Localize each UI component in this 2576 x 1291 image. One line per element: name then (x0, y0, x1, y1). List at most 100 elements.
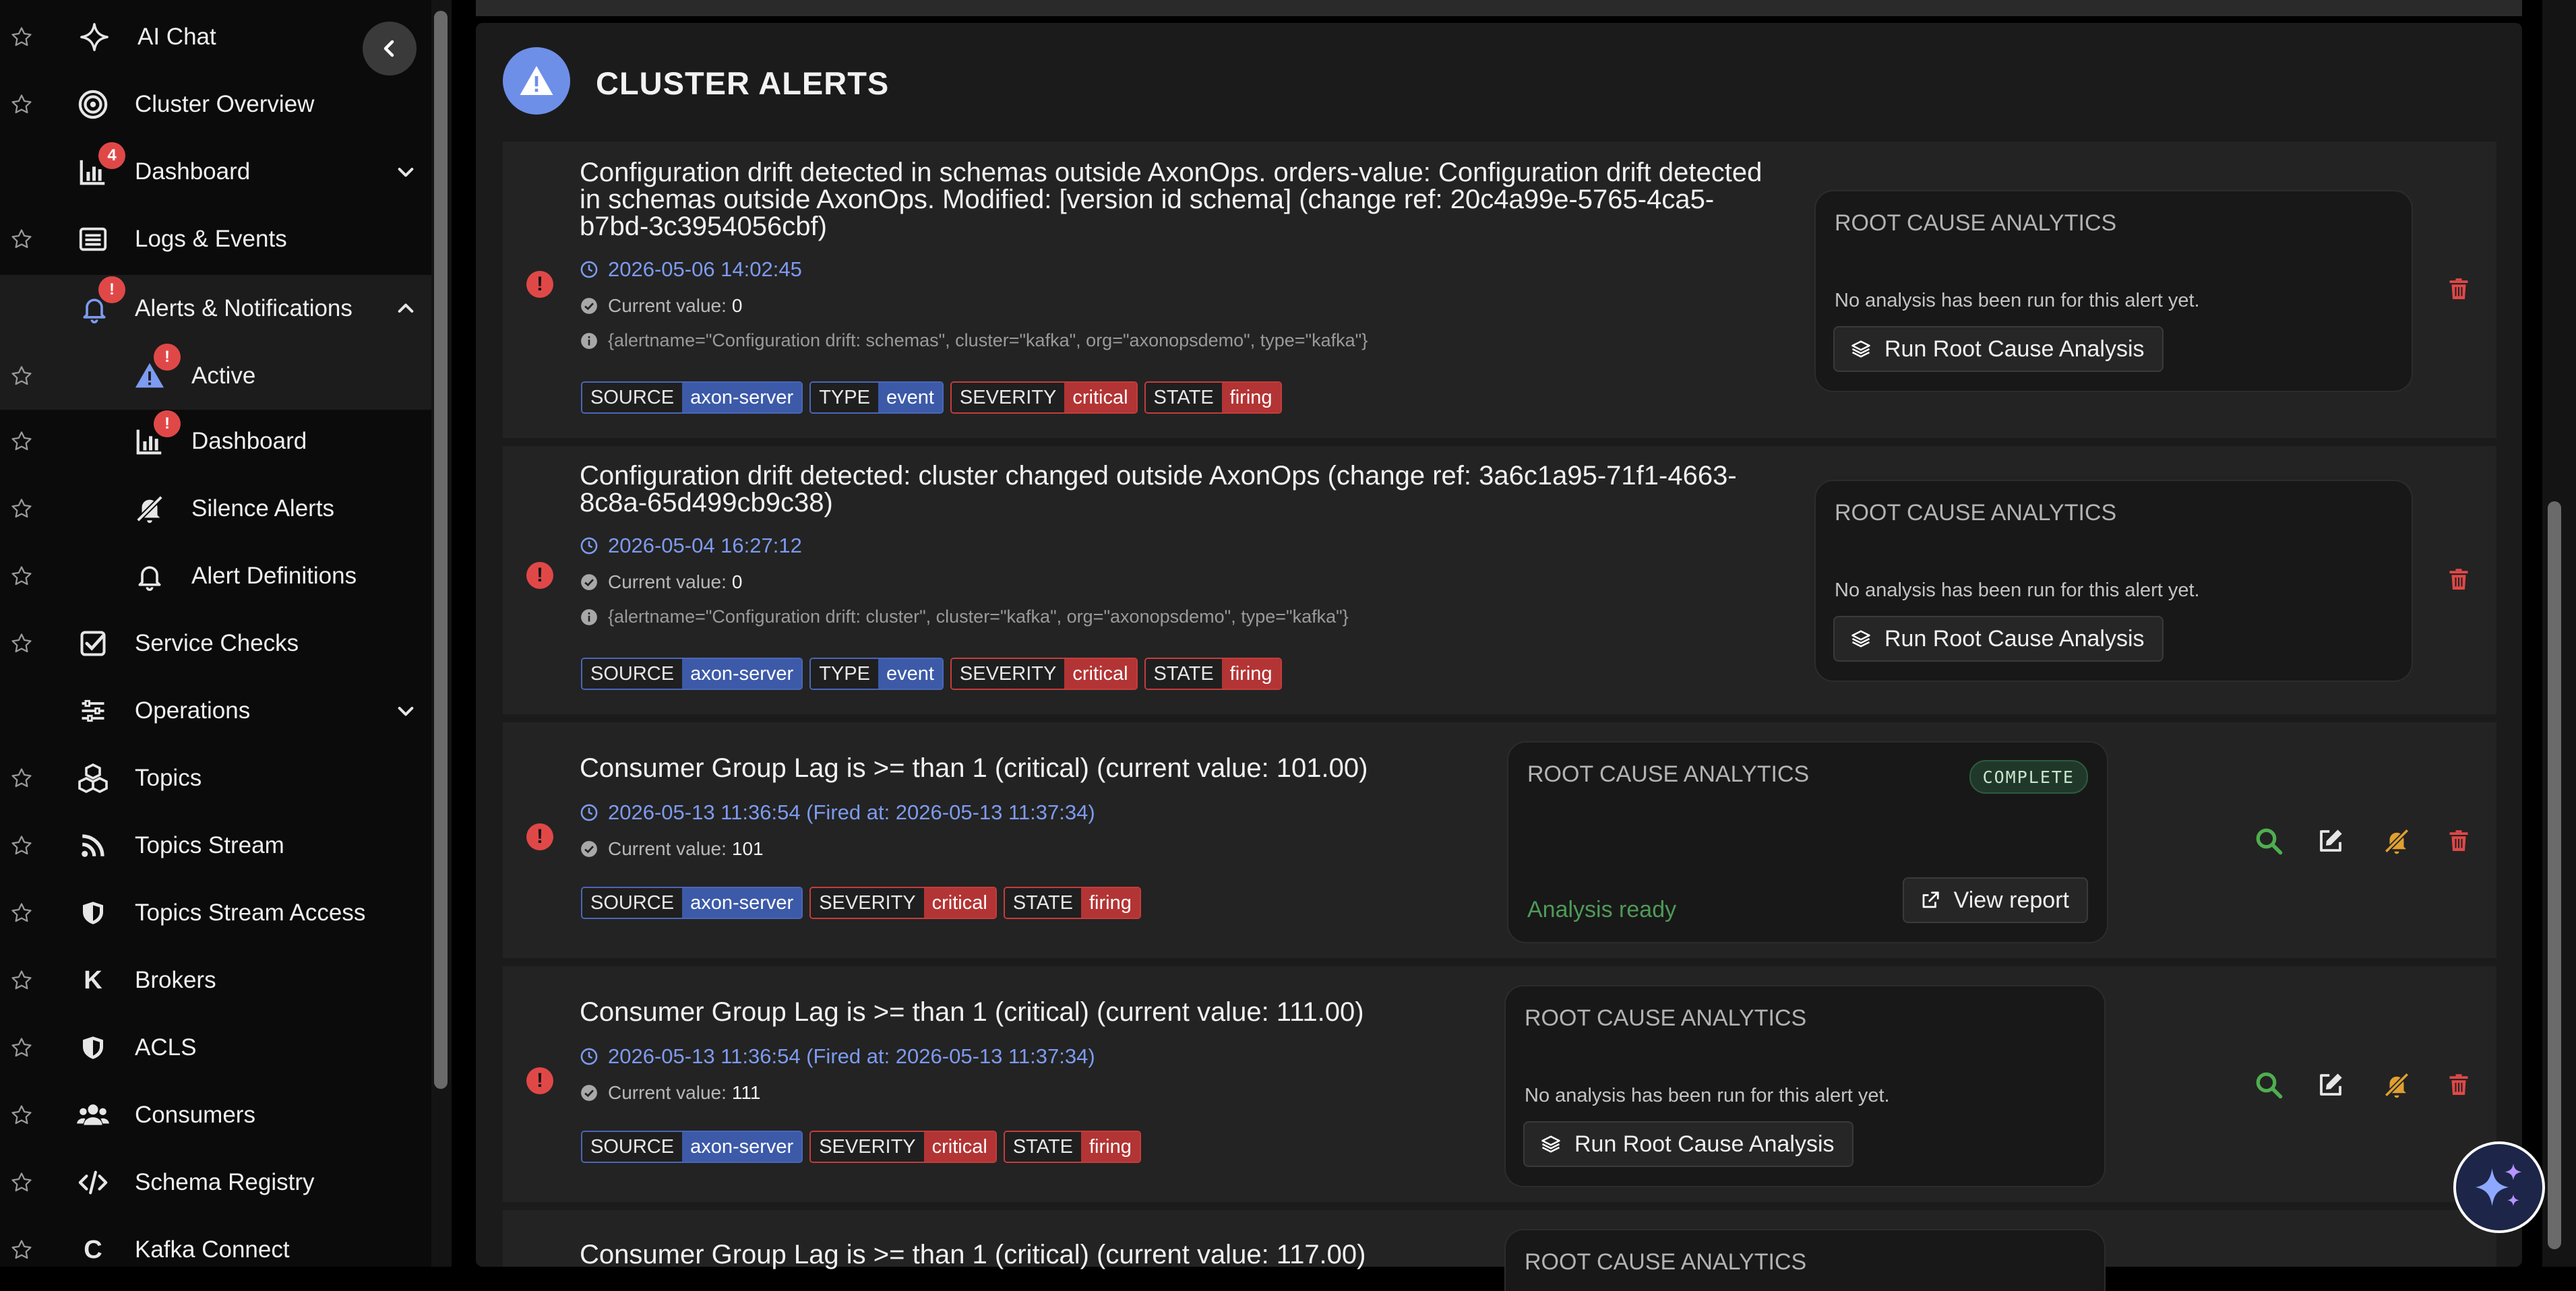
alert-date-row: 2026-05-06 14:02:45 (580, 257, 802, 282)
view-report-button[interactable]: View report (1902, 877, 2088, 923)
tag-severity: SEVERITY critical (809, 1131, 997, 1163)
star-icon[interactable] (9, 227, 34, 251)
tag-source: SOURCE axon-server (581, 887, 803, 919)
sidebar-item-logs-events[interactable]: Logs & Events (0, 206, 431, 273)
star-icon[interactable] (9, 631, 34, 656)
tag-severity: SEVERITY critical (950, 658, 1138, 690)
sidebar-item-label: Alert Definitions (191, 563, 357, 589)
sidebar-item-silence-alerts[interactable]: Silence Alerts (0, 475, 431, 542)
edit-icon[interactable] (2316, 826, 2345, 856)
sidebar-item-schema-registry[interactable]: Schema Registry (0, 1149, 431, 1216)
sidebar-item-cluster-overview[interactable]: Cluster Overview (0, 71, 431, 138)
star-icon[interactable] (9, 766, 34, 790)
clock-icon (580, 260, 599, 279)
clock-icon (580, 1047, 599, 1066)
trash-icon[interactable] (2444, 274, 2474, 304)
sidebar-item-consumers[interactable]: Consumers (0, 1081, 431, 1149)
sidebar-item-label: Cluster Overview (135, 91, 315, 117)
check-circle-icon (580, 296, 599, 315)
star-icon[interactable] (9, 564, 34, 588)
sidebar-scrollbar-thumb[interactable] (434, 11, 448, 1089)
sidebar-item-kafka-connect[interactable]: C Kafka Connect (0, 1216, 431, 1267)
clock-icon (580, 536, 599, 555)
trash-icon[interactable] (2444, 565, 2474, 594)
sidebar-item-topics[interactable]: Topics (0, 745, 431, 812)
star-icon[interactable] (9, 25, 34, 49)
sidebar-item-active[interactable]: ! Active (0, 342, 431, 410)
rca-message: No analysis has been run for this alert … (1835, 290, 2200, 311)
star-icon[interactable] (9, 1170, 34, 1195)
sidebar-item-label: AI Chat (137, 24, 216, 50)
check-circle-icon (580, 840, 599, 858)
sidebar: AI Chat Cluster Overview 4 Dashboard Log… (0, 0, 431, 1267)
tag-state: STATE firing (1144, 381, 1282, 414)
chevron-up-icon[interactable] (395, 298, 417, 319)
star-icon[interactable] (9, 497, 34, 521)
bell-slash-icon[interactable] (2382, 826, 2412, 856)
trash-icon[interactable] (2444, 826, 2474, 856)
sidebar-item-alerts-notifications[interactable]: ! Alerts & Notifications (0, 275, 431, 342)
star-icon[interactable] (9, 1238, 34, 1262)
tag-type: TYPE event (809, 658, 944, 690)
sidebar-item-topics-stream-access[interactable]: Topics Stream Access (0, 879, 431, 947)
rca-ready-text: Analysis ready (1527, 897, 1677, 922)
ai-assistant-button[interactable] (2453, 1141, 2545, 1233)
sidebar-item-ai-chat[interactable]: AI Chat (0, 3, 431, 71)
rca-title: ROOT CAUSE ANALYTICS (1835, 210, 2117, 236)
alert-date: 2026-05-13 11:36:54 (Fired at: 2026-05-1… (608, 1044, 1095, 1068)
current-value-label: Current value: (608, 1082, 727, 1103)
sidebar-item-topics-stream[interactable]: Topics Stream (0, 812, 431, 879)
sidebar-item-label: Brokers (135, 967, 216, 993)
sidebar-item-label: Topics (135, 765, 202, 791)
star-icon[interactable] (9, 1103, 34, 1127)
tag-key: SOURCE (582, 383, 683, 412)
tag-value: firing (1221, 383, 1281, 412)
star-icon[interactable] (9, 968, 34, 993)
sidebar-item-service-checks[interactable]: Service Checks (0, 610, 431, 677)
tag-value: firing (1080, 888, 1140, 918)
tag-source: SOURCE axon-server (581, 1131, 803, 1163)
main-scrollbar-thumb[interactable] (2548, 501, 2561, 1249)
layers-icon (1541, 1135, 1560, 1153)
sidebar-item-label: Service Checks (135, 630, 299, 656)
button-label: Run Root Cause Analysis (1574, 1131, 1835, 1157)
alert-labels-row: {alertname="Configuration drift: cluster… (580, 606, 1349, 627)
sidebar-item-brokers[interactable]: K Brokers (0, 947, 431, 1014)
sidebar-item-acls[interactable]: ACLS (0, 1014, 431, 1081)
sparkles-icon (2476, 1164, 2522, 1206)
tag-key: SEVERITY (951, 659, 1065, 689)
alert-date-row: 2026-05-13 11:36:54 (Fired at: 2026-05-1… (580, 1044, 1095, 1069)
run-root-cause-analysis-button[interactable]: Run Root Cause Analysis (1523, 1121, 1853, 1167)
star-icon[interactable] (9, 429, 34, 453)
run-root-cause-analysis-button[interactable]: Run Root Cause Analysis (1833, 326, 2164, 372)
edit-icon[interactable] (2316, 1070, 2345, 1100)
rca-title: ROOT CAUSE ANALYTICS (1525, 1249, 1807, 1275)
trash-icon[interactable] (2444, 1070, 2474, 1100)
sidebar-item-alert-definitions[interactable]: Alert Definitions (0, 542, 431, 610)
sparkle-icon (77, 20, 112, 55)
tag-value: axon-server (682, 1132, 802, 1162)
star-icon[interactable] (9, 364, 34, 388)
code-icon (75, 1165, 111, 1200)
star-icon[interactable] (9, 1036, 34, 1060)
search-icon[interactable] (2254, 826, 2283, 856)
error-icon: ! (526, 562, 553, 589)
star-icon[interactable] (9, 92, 34, 117)
bell-slash-icon[interactable] (2382, 1070, 2412, 1100)
star-icon[interactable] (9, 901, 34, 925)
star-icon[interactable] (9, 833, 34, 858)
sidebar-item-alerts-dashboard[interactable]: ! Dashboard (0, 408, 431, 475)
tag-key: STATE (1004, 888, 1081, 918)
run-root-cause-analysis-button[interactable]: Run Root Cause Analysis (1833, 616, 2164, 662)
tag-key: TYPE (811, 659, 878, 689)
chevron-down-icon[interactable] (395, 161, 417, 183)
tag-state: STATE firing (1003, 887, 1141, 919)
search-icon[interactable] (2254, 1070, 2283, 1100)
tag-value: critical (1064, 383, 1136, 412)
sidebar-item-dashboard[interactable]: 4 Dashboard (0, 138, 431, 206)
current-value-label: Current value: (608, 571, 727, 592)
chevron-down-icon[interactable] (395, 700, 417, 722)
tag-key: SEVERITY (811, 1132, 924, 1162)
sidebar-item-operations[interactable]: Operations (0, 677, 431, 745)
target-icon (75, 87, 111, 122)
